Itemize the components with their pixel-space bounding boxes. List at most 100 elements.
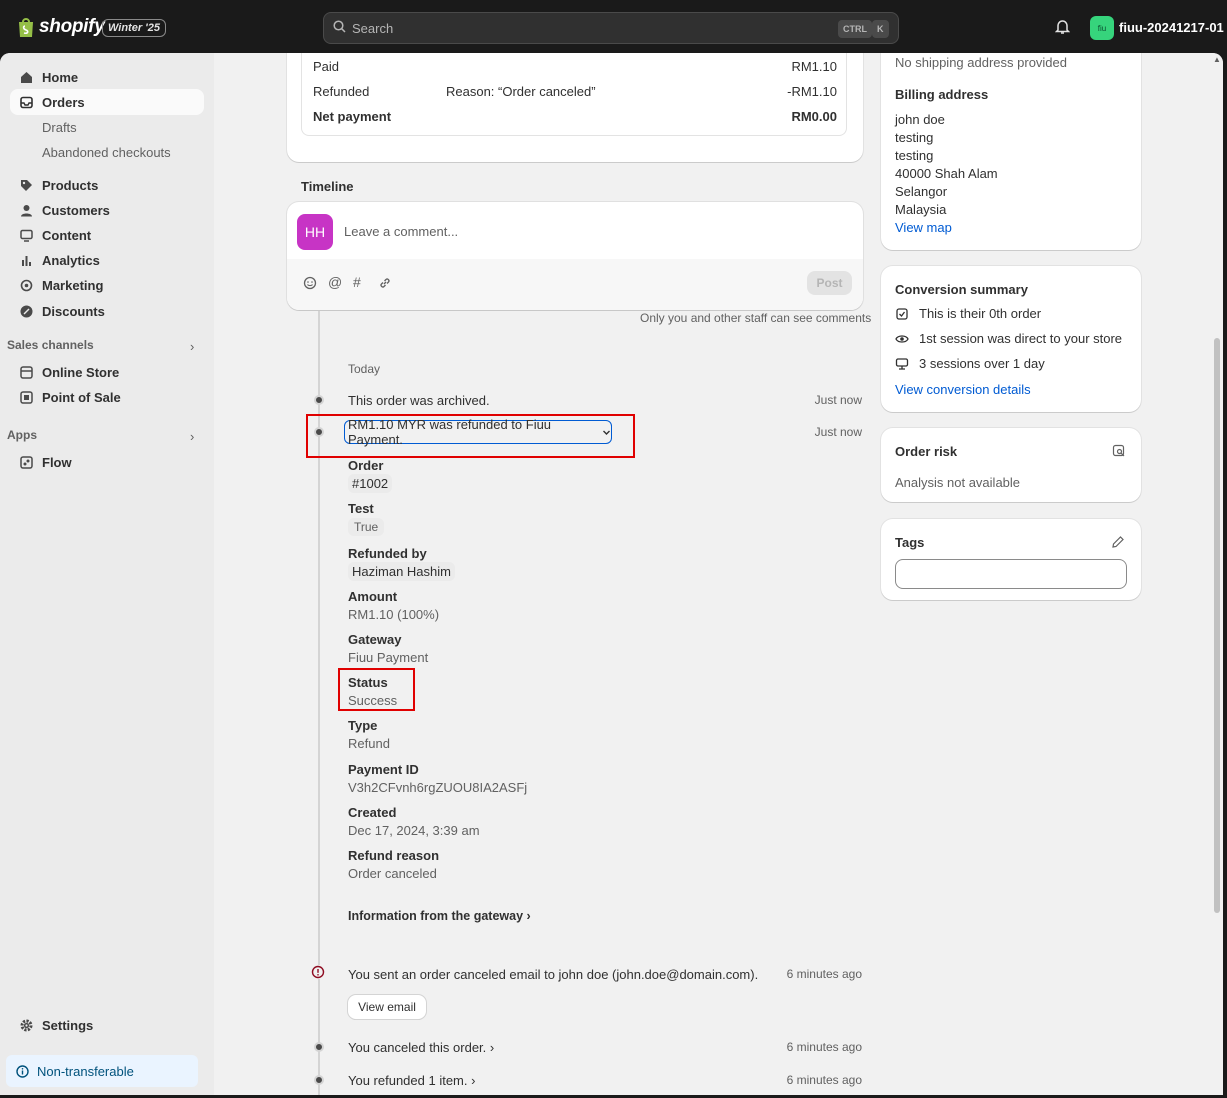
post-button[interactable]: Post <box>807 271 852 295</box>
scrollbar[interactable]: ▲ <box>1210 53 1223 1095</box>
person-icon <box>19 203 33 217</box>
chevron-right-icon[interactable]: › <box>190 429 194 444</box>
content-icon <box>19 228 33 242</box>
flow-icon <box>19 455 33 469</box>
admin-frame: Home Orders Drafts Abandoned checkouts P… <box>0 53 1223 1095</box>
type-value: Refund <box>348 736 390 751</box>
sidebar-item-abandoned-checkouts[interactable]: Abandoned checkouts <box>10 139 204 165</box>
event-refunded-item-time: 6 minutes ago <box>786 1073 862 1087</box>
gateway-info-link[interactable]: Information from the gateway › <box>348 909 531 923</box>
refund-reason-label: Refund reason <box>348 848 440 863</box>
test-label: Test <box>348 501 374 516</box>
alert-circle-icon <box>311 965 325 979</box>
scrollbar-thumb[interactable] <box>1214 338 1220 913</box>
highlight-box-status <box>338 668 415 711</box>
timeline-dot <box>314 1075 324 1085</box>
event-archived-text: This order was archived. <box>348 393 490 408</box>
search-input[interactable]: Search CTRL K <box>323 12 899 44</box>
sidebar-item-label: Flow <box>42 454 72 470</box>
sidebar-item-home[interactable]: Home <box>10 64 204 90</box>
billing-address-title: Billing address <box>895 87 989 102</box>
sidebar-item-content[interactable]: Content <box>10 222 204 248</box>
created-label: Created <box>348 805 397 820</box>
search-placeholder: Search <box>352 20 394 36</box>
view-map-link[interactable]: View map <box>895 220 952 235</box>
chevron-right-icon: › <box>526 909 531 923</box>
amount-value: RM1.10 (100%) <box>348 607 440 622</box>
pencil-icon[interactable] <box>1111 535 1125 549</box>
sessions-icon <box>895 357 909 371</box>
net-payment-label: Net payment <box>313 109 392 124</box>
order-label: Order <box>348 458 384 473</box>
net-payment-value: RM0.00 <box>791 109 837 124</box>
payment-summary-table: Paid RM1.10 Refunded Reason: “Order canc… <box>301 53 847 136</box>
paid-label: Paid <box>313 59 340 74</box>
notifications-bell-icon[interactable] <box>1054 19 1071 38</box>
sidebar-item-label: Orders <box>42 94 85 110</box>
sidebar-item-orders[interactable]: Orders <box>10 89 204 115</box>
billing-line: Malaysia <box>895 202 947 217</box>
sidebar-item-drafts[interactable]: Drafts <box>10 114 204 140</box>
avatar: HH <box>297 214 333 250</box>
payment-id-label: Payment ID <box>348 762 419 777</box>
non-transferable-banner[interactable]: Non-transferable <box>6 1055 198 1087</box>
sidebar-item-label: Marketing <box>42 277 104 293</box>
sidebar-item-online-store[interactable]: Online Store <box>10 359 204 385</box>
conversion-row: This is their 0th order <box>895 306 1041 321</box>
sales-channels-heading[interactable]: Sales channels <box>7 338 94 352</box>
inbox-icon <box>19 95 33 109</box>
discount-icon <box>19 304 33 318</box>
sidebar-item-discounts[interactable]: Discounts <box>10 298 204 324</box>
comment-input[interactable]: Leave a comment... <box>344 224 458 239</box>
order-risk-text: Analysis not available <box>895 475 1021 490</box>
chevron-right-icon[interactable]: › <box>190 339 194 354</box>
paid-value: RM1.10 <box>791 59 837 74</box>
shopify-bag-icon <box>17 16 35 38</box>
view-conversion-details-link[interactable]: View conversion details <box>895 382 1031 397</box>
event-email-time: 6 minutes ago <box>786 967 862 981</box>
sidebar-item-customers[interactable]: Customers <box>10 197 204 223</box>
timeline-title: Timeline <box>301 179 354 194</box>
store-avatar[interactable]: fiu <box>1090 16 1114 40</box>
order-number-link[interactable]: #1002 <box>348 474 393 493</box>
sidebar-item-point-of-sale[interactable]: Point of Sale <box>10 384 204 410</box>
edition-badge: Winter '25 <box>102 19 167 37</box>
scroll-up-icon[interactable]: ▲ <box>1213 55 1221 64</box>
sidebar-item-analytics[interactable]: Analytics <box>10 247 204 273</box>
hashtag-icon[interactable]: # <box>353 274 361 290</box>
link-icon[interactable] <box>378 276 392 293</box>
timeline-dot <box>314 395 324 405</box>
event-email-text: You sent an order canceled email to john… <box>348 967 759 982</box>
sidebar-item-label: Drafts <box>42 119 77 135</box>
payment-row-paid: Paid RM1.10 <box>313 59 837 74</box>
store-icon <box>19 365 33 379</box>
billing-line: testing <box>895 148 934 163</box>
sidebar-item-products[interactable]: Products <box>10 172 204 198</box>
shopify-logo[interactable]: shopify <box>17 16 105 38</box>
event-canceled-link[interactable]: You canceled this order. › <box>348 1040 494 1055</box>
event-refunded-item-link[interactable]: You refunded 1 item. › <box>348 1073 475 1088</box>
sidebar-item-label: Customers <box>42 202 110 218</box>
refunded-reason: Reason: “Order canceled” <box>446 84 596 99</box>
sidebar-item-label: Products <box>42 177 99 193</box>
billing-line: testing <box>895 130 934 145</box>
mention-icon[interactable]: @ <box>328 274 342 290</box>
sidebar-item-label: Point of Sale <box>42 389 121 405</box>
billing-line: john doe <box>895 112 945 127</box>
emoji-icon[interactable] <box>303 276 317 293</box>
order-risk-title: Order risk <box>895 444 958 459</box>
view-email-button[interactable]: View email <box>348 995 426 1019</box>
risk-report-icon[interactable] <box>1112 444 1126 458</box>
sidebar-item-label: Analytics <box>42 252 100 268</box>
sidebar-item-marketing[interactable]: Marketing <box>10 272 204 298</box>
sidebar-item-label: Online Store <box>42 364 120 380</box>
apps-heading[interactable]: Apps <box>7 428 37 442</box>
tags-title: Tags <box>895 535 925 550</box>
tag-icon <box>19 178 33 192</box>
sidebar: Home Orders Drafts Abandoned checkouts P… <box>0 53 214 1095</box>
sidebar-item-settings[interactable]: Settings <box>10 1012 204 1038</box>
store-name[interactable]: fiuu-20241217-01 <box>1119 20 1224 35</box>
sidebar-item-flow[interactable]: Flow <box>10 449 204 475</box>
event-canceled-text: You canceled this order. <box>348 1040 487 1055</box>
tags-input[interactable] <box>895 559 1127 589</box>
